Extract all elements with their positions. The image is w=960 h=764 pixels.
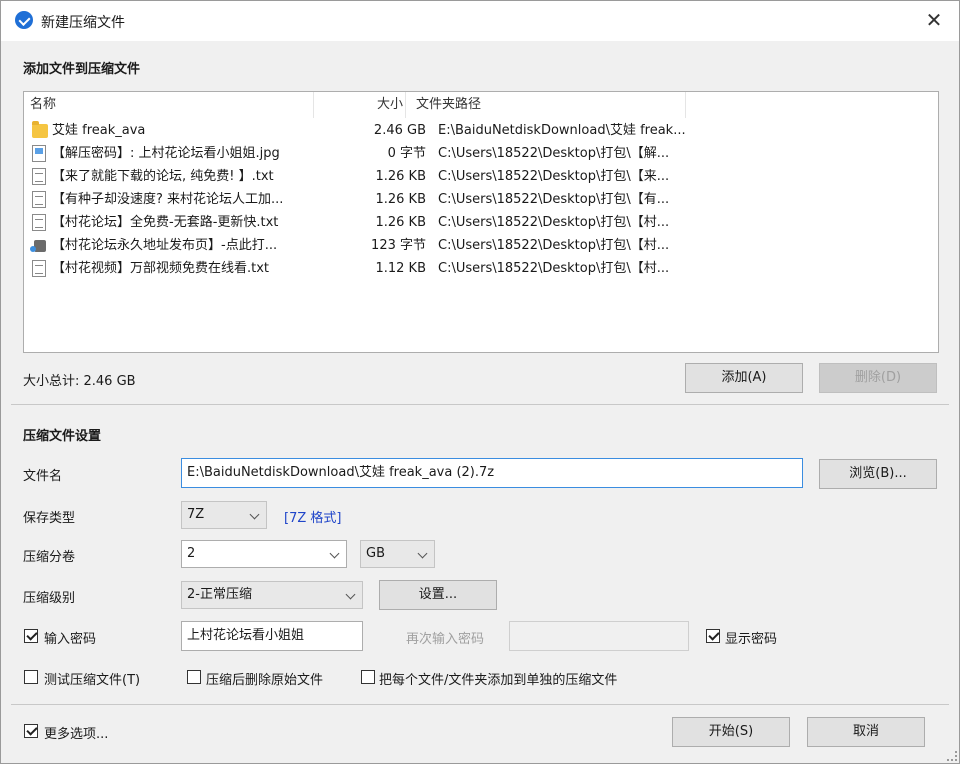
file-row[interactable]: 【村花论坛永久地址发布页】-点此打... 123 字节 C:\Users\185…: [24, 234, 938, 257]
show-password-checkbox[interactable]: [706, 629, 720, 643]
start-button[interactable]: 开始(S): [672, 717, 790, 747]
file-row[interactable]: 【解压密码】: 上村花论坛看小姐姐.jpg 0 字节 C:\Users\1852…: [24, 142, 938, 165]
separate-archives-checkbox[interactable]: [361, 670, 375, 684]
text-file-icon: [32, 214, 46, 231]
delete-after-label[interactable]: 压缩后删除原始文件: [206, 669, 323, 688]
settings-section-title: 压缩文件设置: [23, 429, 102, 444]
test-archive-label[interactable]: 测试压缩文件(T): [44, 669, 140, 688]
file-row[interactable]: 【有种子却没速度? 来村花论坛人工加... 1.26 KB C:\Users\1…: [24, 188, 938, 211]
image-file-icon: [32, 145, 46, 162]
more-options-checkbox[interactable]: [24, 724, 38, 738]
url-shortcut-icon: [30, 240, 46, 252]
chevron-down-icon: [249, 509, 260, 520]
chevron-down-icon: [417, 548, 428, 559]
file-path: C:\Users\18522\Desktop\打包\【村...: [438, 261, 670, 276]
show-password-label[interactable]: 显示密码: [725, 628, 777, 647]
browse-button[interactable]: 浏览(B)...: [819, 459, 937, 489]
file-list-header: 名称 大小 文件夹路径: [24, 92, 938, 118]
section-divider: [11, 404, 949, 405]
add-section-title: 添加文件到压缩文件: [23, 62, 141, 77]
split-unit-value: GB: [366, 546, 385, 561]
file-path: C:\Users\18522\Desktop\打包\【有...: [438, 192, 670, 207]
chevron-down-icon: [345, 589, 356, 600]
file-name: 【有种子却没速度? 来村花论坛人工加...: [52, 192, 284, 207]
compression-level-value: 2-正常压缩: [187, 587, 252, 602]
file-size: 2.46 GB: [373, 123, 426, 138]
split-size-select[interactable]: 2: [181, 540, 347, 568]
format-link[interactable]: [7Z 格式]: [284, 507, 341, 526]
file-path: E:\BaiduNetdiskDownload\艾娃 freak...: [438, 123, 686, 138]
file-row[interactable]: 【村花视频】万部视频免费在线看.txt 1.12 KB C:\Users\185…: [24, 257, 938, 280]
delete-button[interactable]: 删除(D): [819, 363, 937, 393]
level-label: 压缩级别: [23, 591, 76, 606]
password-input[interactable]: 上村花论坛看小姐姐: [181, 621, 363, 651]
compress-dialog: 新建压缩文件 ✕ 添加文件到压缩文件 名称 大小 文件夹路径 艾娃 freak_…: [0, 0, 960, 764]
separate-archives-label[interactable]: 把每个文件/文件夹添加到单独的压缩文件: [379, 669, 617, 688]
text-file-icon: [32, 260, 46, 277]
file-size: 1.26 KB: [375, 215, 426, 230]
resize-grip-icon[interactable]: [947, 751, 957, 761]
file-size: 1.26 KB: [375, 192, 426, 207]
title-bar: 新建压缩文件 ✕: [1, 1, 959, 41]
delete-after-checkbox[interactable]: [187, 670, 201, 684]
file-path: C:\Users\18522\Desktop\打包\【来...: [438, 169, 670, 184]
cancel-button[interactable]: 取消: [807, 717, 925, 747]
password-checkbox-label[interactable]: 输入密码: [44, 628, 96, 647]
file-path: C:\Users\18522\Desktop\打包\【村...: [438, 238, 670, 253]
file-name: 【解压密码】: 上村花论坛看小姐姐.jpg: [52, 146, 280, 161]
repeat-password-input[interactable]: [509, 621, 689, 651]
file-size: 1.26 KB: [375, 169, 426, 184]
column-header-name[interactable]: 名称: [30, 92, 314, 118]
split-size-value: 2: [187, 546, 196, 561]
save-type-label: 保存类型: [23, 511, 76, 526]
total-size: 大小总计: 2.46 GB: [23, 374, 136, 389]
chevron-down-icon: [329, 548, 340, 559]
close-button[interactable]: ✕: [923, 9, 945, 31]
add-button[interactable]: 添加(A): [685, 363, 803, 393]
column-header-size[interactable]: 大小: [314, 92, 406, 118]
folder-icon: [32, 121, 48, 138]
split-unit-select[interactable]: GB: [360, 540, 435, 568]
more-options-label[interactable]: 更多选项...: [44, 723, 108, 742]
save-type-value: 7Z: [187, 507, 205, 522]
filename-label: 文件名: [23, 469, 63, 484]
compression-level-select[interactable]: 2-正常压缩: [181, 581, 363, 609]
file-name: 【村花视频】万部视频免费在线看.txt: [52, 261, 270, 276]
footer-divider: [11, 704, 949, 705]
text-file-icon: [32, 168, 46, 185]
filename-input[interactable]: E:\BaiduNetdiskDownload\艾娃 freak_ava (2)…: [181, 458, 803, 488]
repeat-password-label: 再次输入密码: [406, 632, 485, 647]
file-size: 1.12 KB: [375, 261, 426, 276]
file-name: 艾娃 freak_ava: [52, 123, 146, 138]
file-name: 【来了就能下载的论坛, 纯免费! 】.txt: [52, 169, 274, 184]
file-row[interactable]: 【村花论坛】全免费-无套路-更新快.txt 1.26 KB C:\Users\1…: [24, 211, 938, 234]
window-title: 新建压缩文件: [41, 15, 125, 31]
save-type-select[interactable]: 7Z: [181, 501, 267, 529]
file-row[interactable]: 【来了就能下载的论坛, 纯免费! 】.txt 1.26 KB C:\Users\…: [24, 165, 938, 188]
file-size: 0 字节: [387, 146, 426, 161]
file-name: 【村花论坛永久地址发布页】-点此打...: [52, 238, 278, 253]
file-size: 123 字节: [371, 238, 426, 253]
file-path: C:\Users\18522\Desktop\打包\【村...: [438, 215, 670, 230]
file-path: C:\Users\18522\Desktop\打包\【解...: [438, 146, 670, 161]
file-list[interactable]: 名称 大小 文件夹路径 艾娃 freak_ava 2.46 GB E:\Baid…: [23, 91, 939, 353]
split-label: 压缩分卷: [23, 550, 76, 565]
text-file-icon: [32, 191, 46, 208]
file-name: 【村花论坛】全免费-无套路-更新快.txt: [52, 215, 279, 230]
settings-button[interactable]: 设置...: [379, 580, 497, 610]
test-archive-checkbox[interactable]: [24, 670, 38, 684]
app-logo-icon: [15, 11, 33, 29]
column-header-path[interactable]: 文件夹路径: [414, 92, 686, 118]
password-checkbox[interactable]: [24, 629, 38, 643]
file-row[interactable]: 艾娃 freak_ava 2.46 GB E:\BaiduNetdiskDown…: [24, 119, 938, 142]
